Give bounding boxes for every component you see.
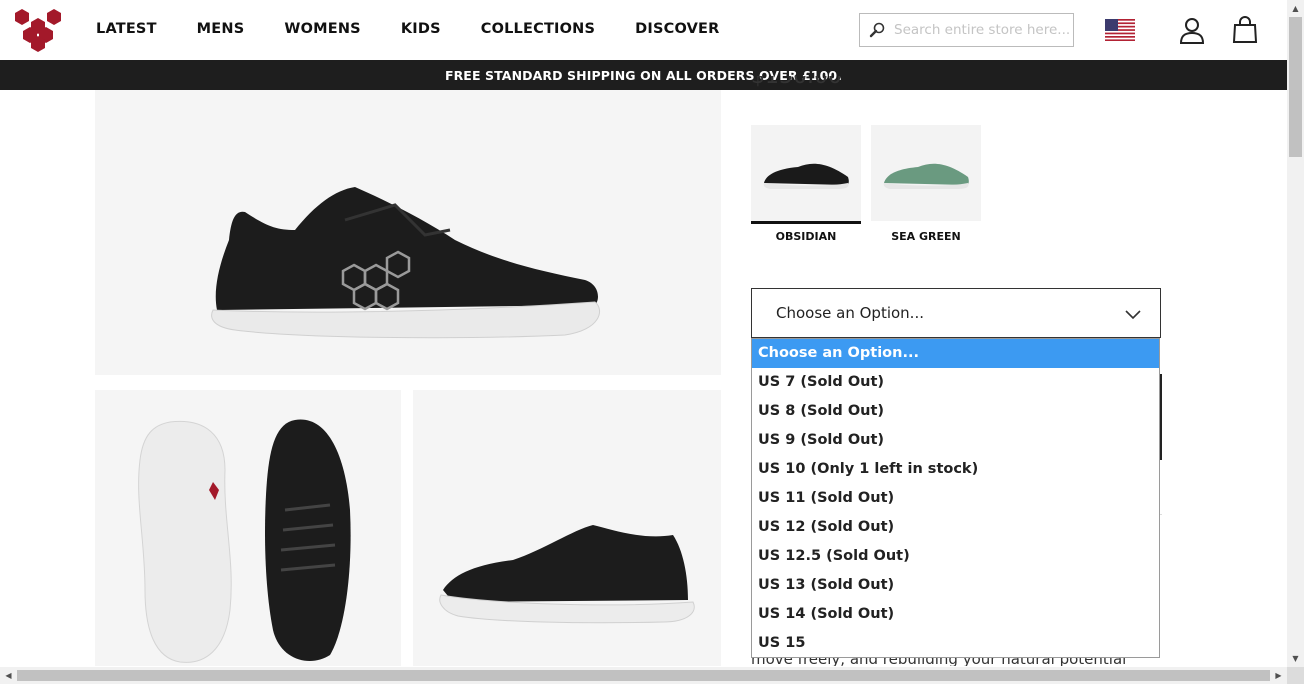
scroll-right-arrow-icon[interactable]: ▶ <box>1270 667 1287 684</box>
scrollbar-corner <box>1287 667 1304 684</box>
search-icon[interactable] <box>866 19 888 41</box>
shopping-bag-icon[interactable] <box>1231 16 1259 44</box>
size-option-us-15[interactable]: US 15 <box>752 629 1159 657</box>
product-image-side[interactable] <box>413 390 721 666</box>
size-select-value: Choose an Option... <box>776 304 924 322</box>
swatch-selected-indicator <box>751 221 861 224</box>
nav-kids[interactable]: KIDS <box>401 21 441 37</box>
horizontal-scrollbar[interactable]: ◀ ▶ <box>0 667 1287 684</box>
product-image-main[interactable] <box>95 90 721 375</box>
swatch-obsidian[interactable]: OBSIDIAN <box>751 125 861 243</box>
swatch-label: SEA GREEN <box>891 230 961 243</box>
site-header: LATEST MENS WOMENS KIDS COLLECTIONS DISC… <box>0 0 1287 60</box>
product-image-sole-top[interactable] <box>95 390 401 666</box>
size-option-us-11[interactable]: US 11 (Sold Out) <box>752 484 1159 513</box>
size-option-us-9[interactable]: US 9 (Sold Out) <box>752 426 1159 455</box>
size-option-us-13[interactable]: US 13 (Sold Out) <box>752 571 1159 600</box>
nav-mens[interactable]: MENS <box>197 21 245 37</box>
search-box <box>859 13 1074 47</box>
size-option-us-8[interactable]: US 8 (Sold Out) <box>752 397 1159 426</box>
swatch-label: OBSIDIAN <box>775 230 837 243</box>
chevron-down-icon <box>1124 306 1142 320</box>
size-option-us-12-5[interactable]: US 12.5 (Sold Out) <box>752 542 1159 571</box>
promo-banner: FREE STANDARD SHIPPING ON ALL ORDERS OVE… <box>0 60 1287 90</box>
add-to-cart-button-edge <box>1160 374 1162 460</box>
hexagon-logo-icon[interactable] <box>14 8 62 52</box>
vertical-scroll-thumb[interactable] <box>1289 17 1302 157</box>
swatch-unselected-indicator <box>871 221 981 224</box>
nav-discover[interactable]: DISCOVER <box>635 21 719 37</box>
size-dropdown-list: Choose an Option... US 7 (Sold Out) US 8… <box>751 338 1160 658</box>
search-input[interactable] <box>894 22 1072 38</box>
vertical-scrollbar[interactable]: ▲ ▼ <box>1287 0 1304 667</box>
nav-collections[interactable]: COLLECTIONS <box>481 21 595 37</box>
nav-womens[interactable]: WOMENS <box>284 21 360 37</box>
size-option-choose[interactable]: Choose an Option... <box>752 339 1159 368</box>
scroll-up-arrow-icon[interactable]: ▲ <box>1287 0 1304 17</box>
size-option-us-14[interactable]: US 14 (Sold Out) <box>752 600 1159 629</box>
size-select[interactable]: Choose an Option... <box>751 288 1161 338</box>
account-icon[interactable] <box>1178 16 1206 44</box>
us-flag-icon[interactable] <box>1105 19 1135 41</box>
scroll-left-arrow-icon[interactable]: ◀ <box>0 667 17 684</box>
swatch-sea-green-image <box>871 125 981 221</box>
product-price: $150.00 <box>751 76 842 89</box>
size-option-us-7[interactable]: US 7 (Sold Out) <box>752 368 1159 397</box>
horizontal-scroll-thumb[interactable] <box>17 670 1270 681</box>
swatch-obsidian-image <box>751 125 861 221</box>
size-option-us-12[interactable]: US 12 (Sold Out) <box>752 513 1159 542</box>
nav-latest[interactable]: LATEST <box>96 21 157 37</box>
main-nav: LATEST MENS WOMENS KIDS COLLECTIONS DISC… <box>96 21 760 37</box>
swatch-sea-green[interactable]: SEA GREEN <box>871 125 981 243</box>
scroll-down-arrow-icon[interactable]: ▼ <box>1287 650 1304 667</box>
size-option-us-10[interactable]: US 10 (Only 1 left in stock) <box>752 455 1159 484</box>
